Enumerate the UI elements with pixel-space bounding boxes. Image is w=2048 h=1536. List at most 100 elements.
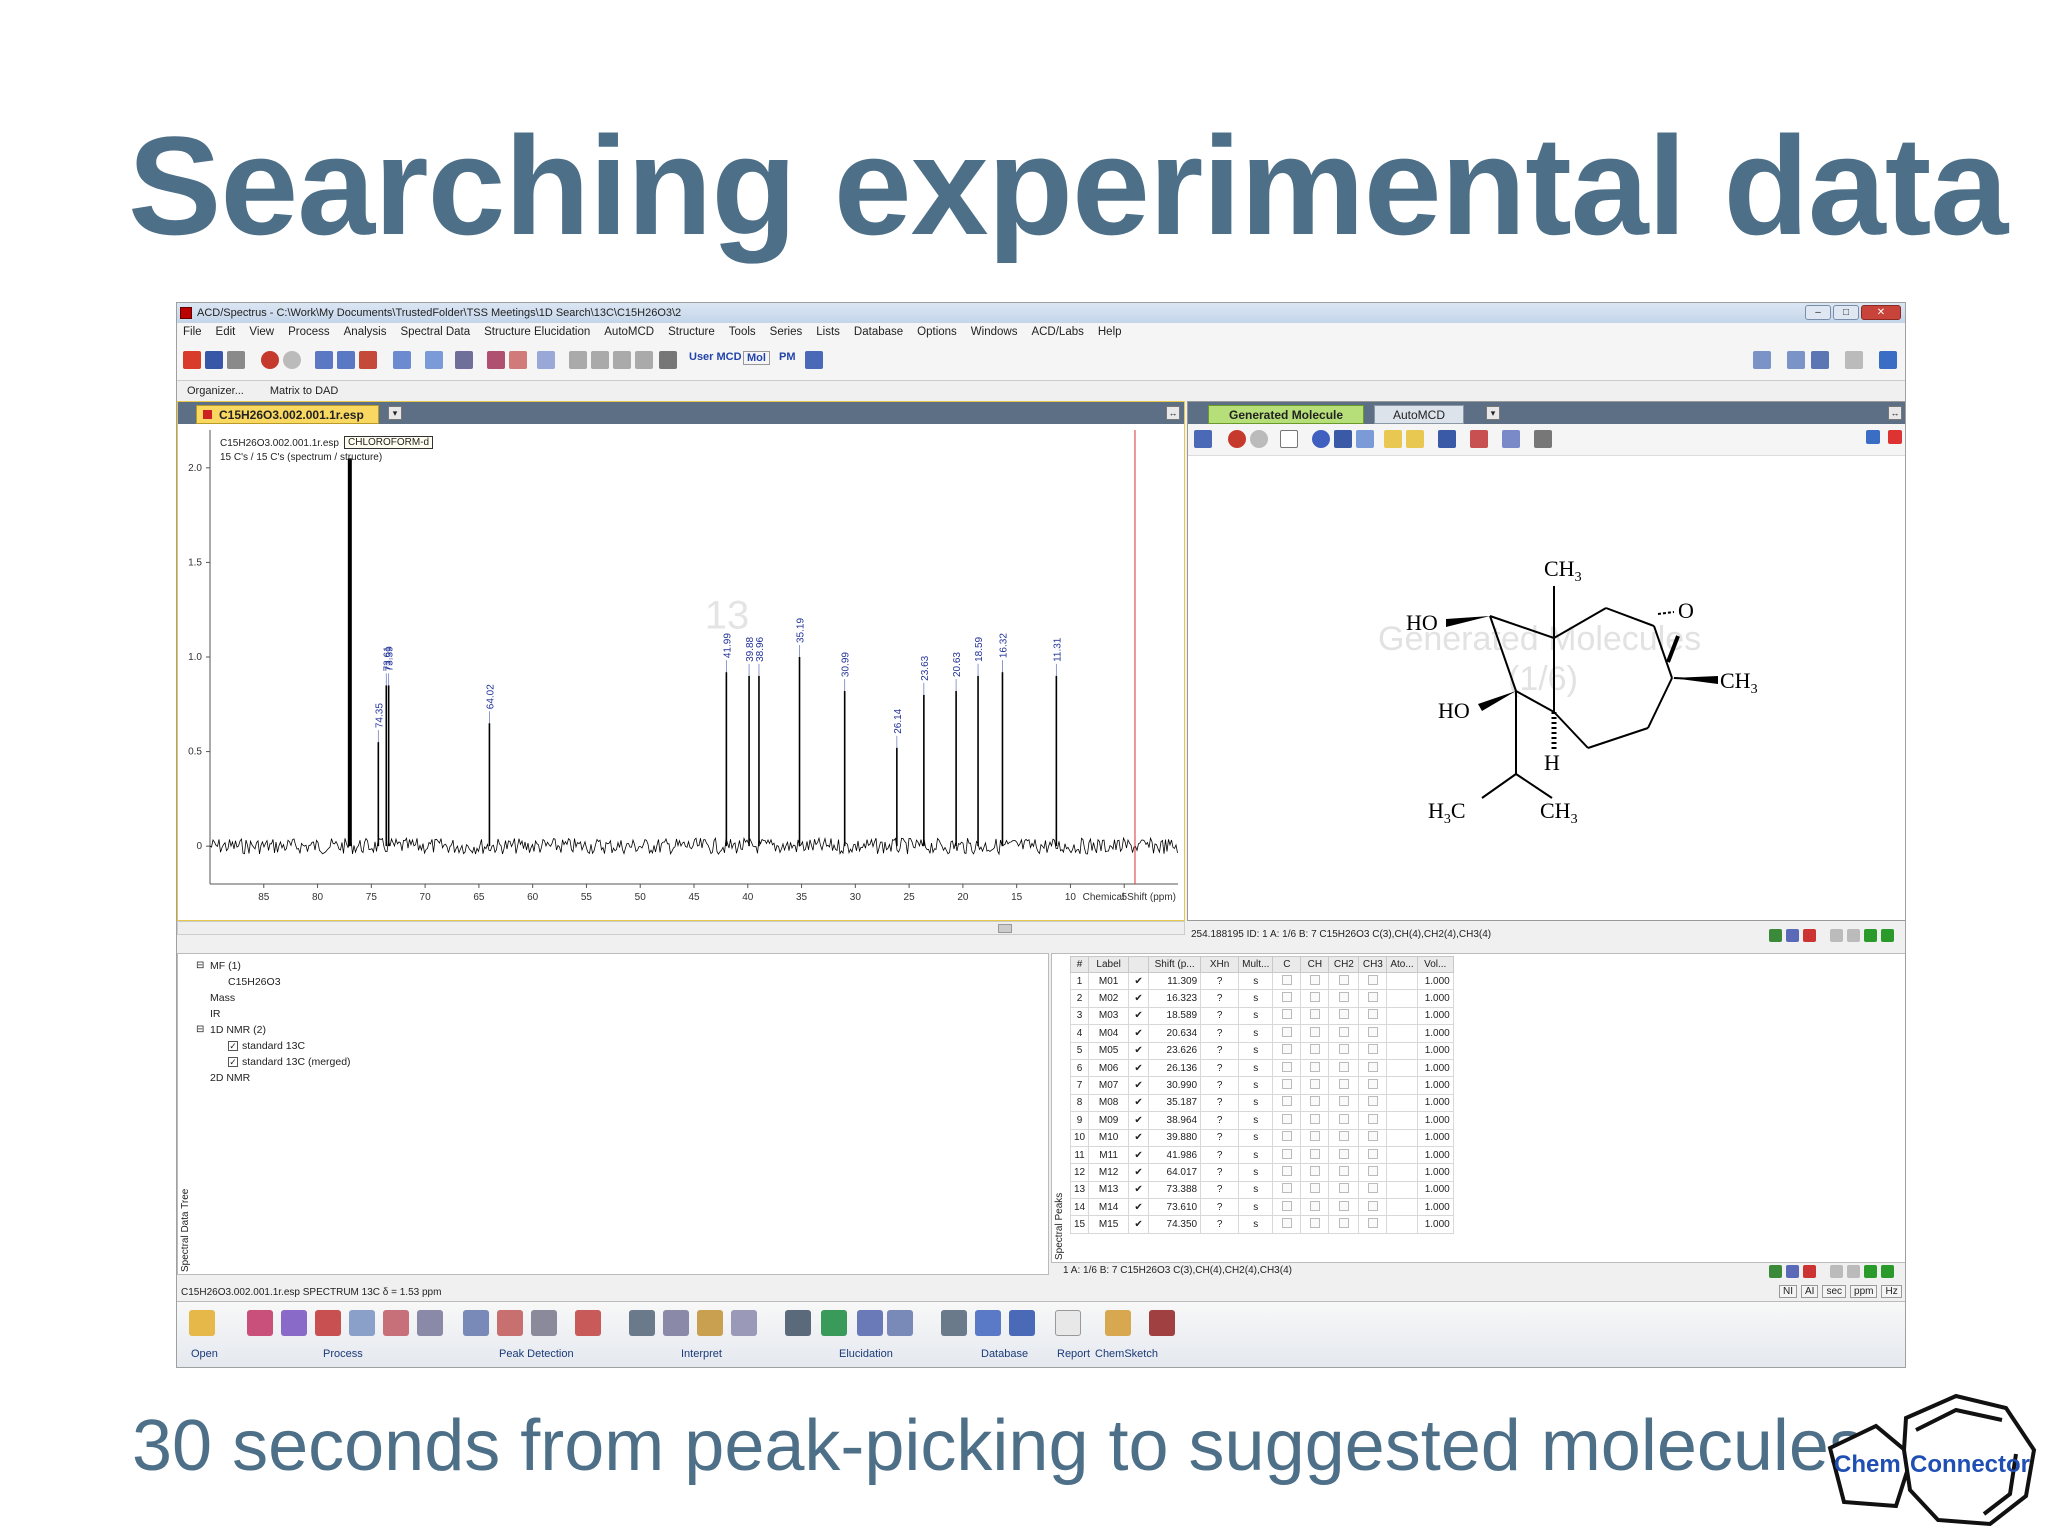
cell-checkbox[interactable] xyxy=(1367,1113,1378,1124)
ribbon-group-database[interactable]: Database xyxy=(981,1348,1028,1360)
cell-checkbox[interactable] xyxy=(1309,1009,1320,1020)
undo-icon[interactable] xyxy=(1228,430,1246,448)
process-icon-3[interactable] xyxy=(315,1310,341,1336)
cell-checkbox[interactable] xyxy=(1338,1026,1349,1037)
cell-checkbox[interactable] xyxy=(1338,1218,1349,1229)
cell-checkbox[interactable] xyxy=(1367,1061,1378,1072)
elucidation-icon-2[interactable] xyxy=(821,1310,847,1336)
molecule-edit-icon[interactable] xyxy=(1194,430,1212,448)
menu-item-tools[interactable]: Tools xyxy=(729,323,756,341)
cell-checkbox[interactable] xyxy=(1281,1218,1292,1229)
cell-checkbox[interactable] xyxy=(1367,1009,1378,1020)
interpret-icon-2[interactable] xyxy=(663,1310,689,1336)
zoom-in-icon[interactable] xyxy=(315,351,333,369)
peak-detect-icon-2[interactable] xyxy=(497,1310,523,1336)
grid-icon[interactable] xyxy=(455,351,473,369)
menu-item-view[interactable]: View xyxy=(249,323,274,341)
ribbon-group-process[interactable]: Process xyxy=(323,1348,363,1360)
settings-icon[interactable] xyxy=(1845,351,1863,369)
cell-checkbox[interactable] xyxy=(1281,1026,1292,1037)
cell-checkbox[interactable] xyxy=(1338,1183,1349,1194)
cell-checkbox[interactable] xyxy=(1281,1096,1292,1107)
cell-checkbox[interactable] xyxy=(1309,1165,1320,1176)
tree-item[interactable]: Mass xyxy=(196,990,351,1006)
window-icon[interactable] xyxy=(659,351,677,369)
window-menu-icon[interactable] xyxy=(1879,351,1897,369)
tree-item[interactable]: 2D NMR xyxy=(196,1070,351,1086)
cell-checkbox[interactable] xyxy=(1309,1026,1320,1037)
brush-icon[interactable] xyxy=(1334,430,1352,448)
column-header[interactable]: CH2 xyxy=(1328,956,1360,973)
menu-item-automcd[interactable]: AutoMCD xyxy=(604,323,654,341)
column-header[interactable]: Vol... xyxy=(1416,956,1454,973)
ribbon-group-interpret[interactable]: Interpret xyxy=(681,1348,722,1360)
table-row[interactable]: 1 M01 ✔ 11.309? s 1.000 xyxy=(1069,971,1454,991)
save-icon[interactable] xyxy=(205,351,223,369)
chemsketch-icon[interactable] xyxy=(1105,1310,1131,1336)
chevron-down-icon[interactable]: ▾ xyxy=(1486,406,1500,420)
cell-checkbox[interactable] xyxy=(1338,1044,1349,1055)
ribbon-group-peak-detection[interactable]: Peak Detection xyxy=(499,1348,574,1360)
cell-checkbox[interactable] xyxy=(1309,1079,1320,1090)
cell-checkbox[interactable] xyxy=(1281,1148,1292,1159)
column-header[interactable]: Label xyxy=(1088,956,1130,973)
cell-checkbox[interactable] xyxy=(1338,1200,1349,1211)
menu-item-process[interactable]: Process xyxy=(288,323,330,341)
tree-item[interactable]: C15H26O3 xyxy=(196,974,351,990)
table-row[interactable]: 11 M11 ✔ 41.986? s 1.000 xyxy=(1069,1145,1454,1165)
column-header[interactable]: CH3 xyxy=(1358,956,1388,973)
nav-icon-c[interactable] xyxy=(1803,929,1816,942)
fit-icon[interactable] xyxy=(393,351,411,369)
cell-checkbox[interactable] xyxy=(1281,1200,1292,1211)
cell-checkbox[interactable] xyxy=(1309,974,1320,985)
cell-checkbox[interactable] xyxy=(1309,1218,1320,1229)
cell-checkbox[interactable] xyxy=(1338,1096,1349,1107)
tree-item[interactable]: ✓ standard 13C (merged) xyxy=(196,1054,351,1070)
cell-checkbox[interactable] xyxy=(1281,1113,1292,1124)
table-row[interactable]: 8 M08 ✔ 35.187? s 1.000 xyxy=(1069,1093,1454,1113)
cell-checkbox[interactable] xyxy=(1281,1009,1292,1020)
cell-checkbox[interactable] xyxy=(1338,1113,1349,1124)
database-icon-1[interactable] xyxy=(941,1310,967,1336)
cell-checkbox[interactable] xyxy=(1338,992,1349,1003)
cell-checkbox[interactable] xyxy=(1338,1165,1349,1176)
structure-icon[interactable] xyxy=(1470,430,1488,448)
last-icon[interactable] xyxy=(1881,929,1894,942)
first-icon[interactable] xyxy=(1830,1265,1843,1278)
open-icon[interactable] xyxy=(183,351,201,369)
cell-checkbox[interactable] xyxy=(1367,992,1378,1003)
layout4-icon[interactable] xyxy=(635,351,653,369)
next-icon[interactable] xyxy=(1864,929,1877,942)
pane-size-icon[interactable]: ↔ xyxy=(1166,406,1180,420)
cell-checkbox[interactable] xyxy=(1309,1113,1320,1124)
prev-icon[interactable] xyxy=(1847,1265,1860,1278)
search-icon[interactable] xyxy=(1312,430,1330,448)
scroll-thumb[interactable] xyxy=(998,924,1012,933)
undo-icon[interactable] xyxy=(261,351,279,369)
unit-option-ai[interactable]: AI xyxy=(1801,1285,1819,1298)
panel-layout3-icon[interactable] xyxy=(1811,351,1829,369)
tree-item[interactable]: ✓ standard 13C xyxy=(196,1038,351,1054)
table-row[interactable]: 5 M05 ✔ 23.626? s 1.000 xyxy=(1069,1041,1454,1060)
tree-toggle-icon[interactable]: ⊟ xyxy=(196,958,204,974)
process-icon-4[interactable] xyxy=(349,1310,375,1336)
cell-checkbox[interactable] xyxy=(1281,1165,1292,1176)
cell-checkbox[interactable] xyxy=(1309,1183,1320,1194)
c13-icon[interactable] xyxy=(1384,430,1402,448)
maximize-button[interactable]: □ xyxy=(1833,305,1859,320)
menu-item-windows[interactable]: Windows xyxy=(971,323,1018,341)
ribbon-group-elucidation[interactable]: Elucidation xyxy=(839,1348,893,1360)
matrix-to-dad-item[interactable]: Matrix to DAD xyxy=(270,381,338,401)
open-folder-icon[interactable] xyxy=(189,1310,215,1336)
peak-detect-icon-1[interactable] xyxy=(463,1310,489,1336)
mol-button[interactable]: Mol xyxy=(743,351,770,365)
chevron-down-icon[interactable]: ▾ xyxy=(388,406,402,420)
zoom-area-icon[interactable] xyxy=(337,351,355,369)
cell-checkbox[interactable] xyxy=(1367,1131,1378,1142)
menu-item-file[interactable]: File xyxy=(183,323,202,341)
cell-checkbox[interactable] xyxy=(1367,1148,1378,1159)
column-header[interactable]: CH xyxy=(1300,956,1330,973)
atom-icon[interactable] xyxy=(1356,430,1374,448)
redo-icon[interactable] xyxy=(1250,430,1268,448)
process-icon-6[interactable] xyxy=(417,1310,443,1336)
